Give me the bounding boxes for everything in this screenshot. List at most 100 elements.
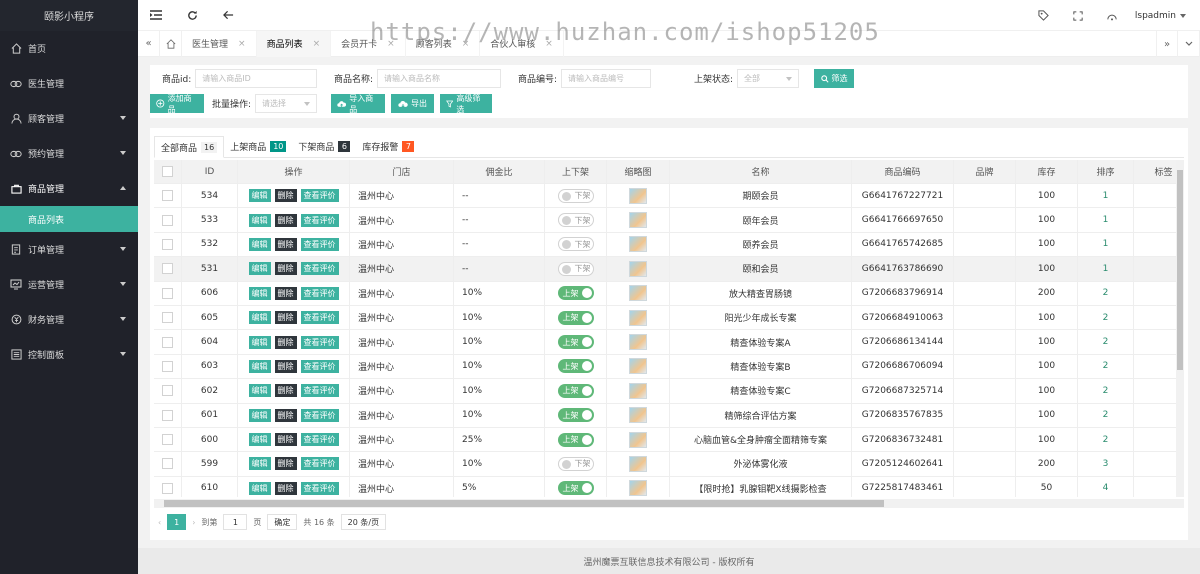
- edit-button[interactable]: 编辑: [248, 408, 271, 422]
- edit-button[interactable]: 编辑: [248, 384, 271, 398]
- row-checkbox[interactable]: [162, 385, 173, 397]
- view-reviews-button[interactable]: 查看评价: [300, 433, 339, 447]
- row-checkbox[interactable]: [162, 409, 173, 421]
- delete-button[interactable]: 删除: [274, 311, 297, 325]
- page-size-select[interactable]: 20 条/页: [340, 514, 387, 530]
- view-reviews-button[interactable]: 查看评价: [300, 286, 339, 300]
- table-row[interactable]: 601 编辑 删除 查看评价 温州中心 10% 上架 精筛综合评估方案 G72068357678…: [154, 403, 1184, 428]
- cell-sort[interactable]: 2: [1078, 354, 1134, 379]
- user-menu[interactable]: lspadmin: [1129, 11, 1200, 21]
- row-checkbox[interactable]: [162, 458, 173, 470]
- tab-0[interactable]: 医生管理 ×: [182, 30, 257, 57]
- status-toggle[interactable]: 上架: [557, 310, 594, 325]
- close-icon[interactable]: ×: [462, 39, 470, 49]
- row-checkbox[interactable]: [162, 336, 173, 348]
- row-checkbox[interactable]: [162, 263, 173, 275]
- status-tab-2[interactable]: 下架商品 6: [292, 135, 356, 157]
- table-row[interactable]: 604 编辑 删除 查看评价 温州中心 10% 上架 精查体验专案A G720668613414…: [154, 330, 1184, 355]
- refresh-icon[interactable]: [174, 0, 210, 31]
- close-icon[interactable]: ×: [238, 39, 246, 49]
- product-name-input[interactable]: 请输入商品名称: [377, 69, 502, 88]
- fullscreen-icon[interactable]: [1061, 0, 1095, 31]
- cell-sort[interactable]: 2: [1078, 305, 1134, 330]
- sidebar-item-0[interactable]: 首页: [0, 31, 138, 66]
- delete-button[interactable]: 删除: [274, 262, 297, 276]
- close-icon[interactable]: ×: [313, 39, 321, 49]
- row-checkbox[interactable]: [162, 482, 173, 494]
- status-toggle[interactable]: 上架: [557, 383, 594, 398]
- view-reviews-button[interactable]: 查看评价: [300, 237, 339, 251]
- table-row[interactable]: 533 编辑 删除 查看评价 温州中心 -- 下架 颐年会员 G6641766697650 100…: [154, 208, 1184, 233]
- back-icon[interactable]: [210, 0, 246, 31]
- product-code-input[interactable]: 请输入商品编号: [561, 69, 652, 88]
- cell-sort[interactable]: 3: [1078, 452, 1134, 476]
- goto-confirm-button[interactable]: 确定: [267, 514, 298, 530]
- table-row[interactable]: 606 编辑 删除 查看评价 温州中心 10% 上架 放大精查胃肠镜 G720668379691…: [154, 281, 1184, 306]
- status-toggle[interactable]: 上架: [557, 359, 594, 374]
- edit-button[interactable]: 编辑: [248, 481, 271, 495]
- delete-button[interactable]: 删除: [274, 408, 297, 422]
- status-toggle[interactable]: 下架: [557, 213, 594, 228]
- delete-button[interactable]: 删除: [274, 481, 297, 495]
- select-all-checkbox[interactable]: [162, 166, 173, 177]
- horizontal-scroll-thumb[interactable]: [164, 500, 884, 507]
- delete-button[interactable]: 删除: [274, 433, 297, 447]
- sidebar-item-4[interactable]: 商品管理: [0, 171, 138, 206]
- delete-button[interactable]: 删除: [274, 457, 297, 471]
- close-icon[interactable]: ×: [387, 39, 395, 49]
- horizontal-scrollbar[interactable]: [154, 499, 1184, 508]
- tag-icon[interactable]: [1027, 0, 1061, 31]
- status-tab-0[interactable]: 全部商品 16: [154, 136, 225, 158]
- view-reviews-button[interactable]: 查看评价: [300, 262, 339, 276]
- delete-button[interactable]: 删除: [274, 335, 297, 349]
- tab-2[interactable]: 会员开卡 ×: [331, 30, 406, 57]
- view-reviews-button[interactable]: 查看评价: [300, 384, 339, 398]
- tabs-menu-icon[interactable]: [1178, 31, 1200, 57]
- delete-button[interactable]: 删除: [274, 213, 297, 227]
- table-row[interactable]: 532 编辑 删除 查看评价 温州中心 -- 下架 颐养会员 G6641765742685 100…: [154, 232, 1184, 258]
- status-toggle[interactable]: 下架: [557, 237, 594, 252]
- tab-3[interactable]: 顾客列表 ×: [406, 30, 481, 57]
- theme-icon[interactable]: [1095, 0, 1129, 31]
- delete-button[interactable]: 删除: [274, 237, 297, 251]
- table-row[interactable]: 602 编辑 删除 查看评价 温州中心 10% 上架 精查体验专案C G720668732571…: [154, 379, 1184, 404]
- status-tab-3[interactable]: 库存报警 7: [356, 135, 420, 157]
- goto-page-input[interactable]: 1: [223, 514, 248, 530]
- cell-sort[interactable]: 1: [1078, 232, 1134, 257]
- view-reviews-button[interactable]: 查看评价: [300, 335, 339, 349]
- status-toggle[interactable]: 上架: [557, 286, 594, 301]
- delete-button[interactable]: 删除: [274, 384, 297, 398]
- sidebar-item-1[interactable]: 医生管理: [0, 66, 138, 101]
- row-checkbox[interactable]: [162, 190, 173, 202]
- view-reviews-button[interactable]: 查看评价: [300, 213, 339, 227]
- edit-button[interactable]: 编辑: [248, 433, 271, 447]
- edit-button[interactable]: 编辑: [248, 213, 271, 227]
- add-product-button[interactable]: 添加商品: [150, 94, 204, 114]
- view-reviews-button[interactable]: 查看评价: [300, 481, 339, 495]
- cell-sort[interactable]: 4: [1078, 476, 1134, 497]
- tabs-scroll-right-icon[interactable]: »: [1156, 31, 1178, 57]
- edit-button[interactable]: 编辑: [248, 262, 271, 276]
- cell-sort[interactable]: 1: [1078, 184, 1134, 208]
- status-tab-1[interactable]: 上架商品 10: [224, 135, 292, 157]
- status-toggle[interactable]: 上架: [557, 481, 594, 496]
- product-id-input[interactable]: 请输入商品ID: [195, 69, 318, 88]
- status-toggle[interactable]: 下架: [557, 188, 594, 203]
- tab-1[interactable]: 商品列表 ×: [256, 30, 332, 57]
- status-toggle[interactable]: 下架: [557, 456, 594, 471]
- search-button[interactable]: 筛选: [814, 69, 854, 88]
- edit-button[interactable]: 编辑: [248, 457, 271, 471]
- cell-sort[interactable]: 2: [1078, 379, 1134, 403]
- cell-sort[interactable]: 2: [1078, 427, 1134, 452]
- cell-sort[interactable]: 1: [1078, 257, 1134, 281]
- advanced-filter-button[interactable]: 高级筛选: [440, 94, 492, 114]
- sidebar-item-8[interactable]: 控制面板: [0, 337, 138, 372]
- tabs-scroll-left-icon[interactable]: «: [138, 30, 160, 57]
- view-reviews-button[interactable]: 查看评价: [300, 359, 339, 373]
- edit-button[interactable]: 编辑: [248, 286, 271, 300]
- prev-page-icon[interactable]: ‹: [158, 518, 161, 527]
- cell-sort[interactable]: 2: [1078, 281, 1134, 305]
- row-checkbox[interactable]: [162, 312, 173, 324]
- vertical-scrollbar[interactable]: [1176, 160, 1184, 497]
- edit-button[interactable]: 编辑: [248, 335, 271, 349]
